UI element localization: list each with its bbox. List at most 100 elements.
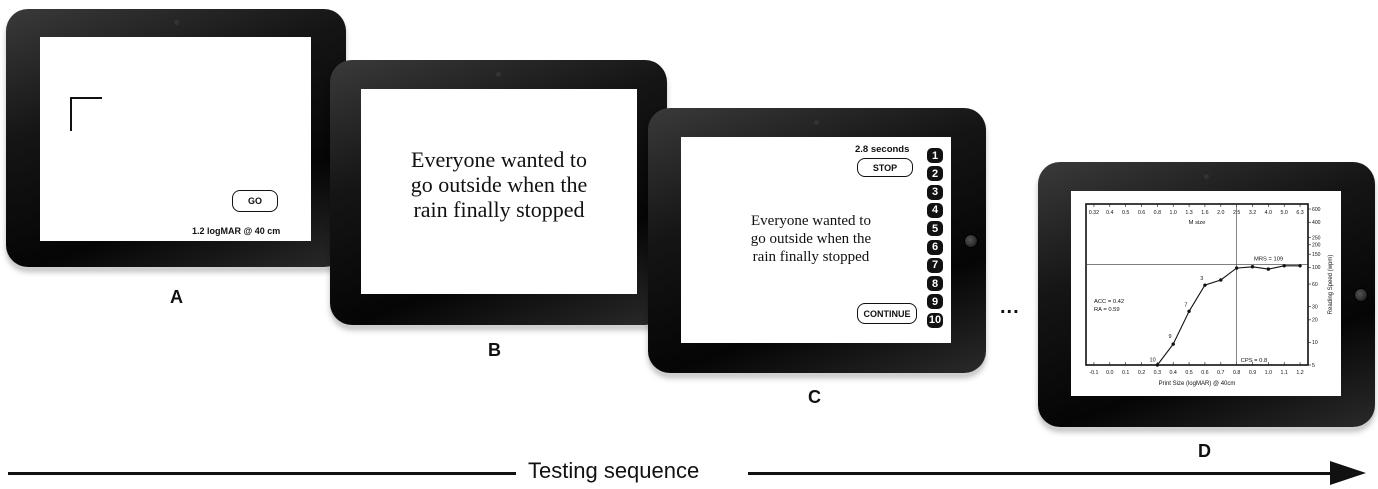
data-point <box>1203 283 1207 287</box>
tablet-a: GO 1.2 logMAR @ 40 cm <box>6 9 346 267</box>
top-tick-label: 5.0 <box>1281 210 1288 216</box>
top-tick-label: 0.5 <box>1122 210 1129 216</box>
error-number-badge[interactable]: 4 <box>927 202 943 218</box>
top-tick-label: 0.6 <box>1138 210 1145 216</box>
sentence-line: Everyone wanted to <box>751 213 871 229</box>
tablet-c: 2.8 seconds STOP Everyone wanted to go o… <box>648 108 986 373</box>
sentence-line: Everyone wanted to <box>411 147 587 172</box>
sequence-arrow-right-line <box>748 472 1334 475</box>
stop-button[interactable]: STOP <box>857 158 913 177</box>
point-label: 3 <box>1200 276 1203 282</box>
continue-button[interactable]: CONTINUE <box>857 303 917 324</box>
top-tick-label: 1.0 <box>1170 210 1177 216</box>
ellipsis-text: ... <box>1000 296 1020 318</box>
corner-marker-icon <box>70 97 102 131</box>
acuity-text: 1.2 logMAR @ 40 cm <box>192 226 281 236</box>
x-tick-label: 0.1 <box>1122 370 1129 376</box>
reading-speed-chart: -0.1 0.0 0.1 0.2 0.3 0.4 0.5 0.6 0.7 0.8 0.9 1.0 1.1… <box>1085 203 1334 387</box>
plot-frame <box>1085 203 1309 366</box>
x-tick-label: 1.1 <box>1281 370 1288 376</box>
camera-icon <box>496 72 501 77</box>
tablet-b-screen: Everyone wanted to go outside when the r… <box>361 89 637 294</box>
error-number-badge[interactable]: 10 <box>927 312 943 328</box>
error-number-badge[interactable]: 2 <box>927 166 943 182</box>
y-tick-label: 400 <box>1312 220 1321 226</box>
sentence-line: rain finally stopped <box>752 249 870 265</box>
mrs-annotation: MRS = 109 <box>1254 257 1283 263</box>
data-point <box>1266 267 1271 271</box>
home-button-icon <box>964 234 978 248</box>
point-label: 10 <box>1150 357 1156 363</box>
y-tick-label: 10 <box>1312 340 1318 346</box>
y-axis-label: Reading Speed (wpm) <box>1328 255 1334 315</box>
tablet-b: Everyone wanted to go outside when the r… <box>330 60 667 325</box>
error-number-badge[interactable]: 6 <box>927 239 943 255</box>
error-number-badge[interactable]: 1 <box>927 148 943 163</box>
data-point <box>1282 264 1286 268</box>
y-tick-label: 200 <box>1312 243 1321 249</box>
top-tick-label: 1.6 <box>1201 210 1208 216</box>
data-point <box>1298 264 1302 268</box>
point-label: 9 <box>1169 334 1172 340</box>
top-tick-label: 2.0 <box>1217 210 1224 216</box>
sequence-arrow-left-line <box>8 472 516 475</box>
camera-icon <box>174 20 179 25</box>
y-tick-label: 150 <box>1312 252 1321 258</box>
y-tick-label: 100 <box>1312 265 1321 271</box>
ra-annotation: RA = 0.59 <box>1094 307 1120 313</box>
data-point <box>1187 309 1191 313</box>
top-tick-label: 6.3 <box>1296 210 1303 216</box>
x-tick-label: 1.0 <box>1265 370 1272 376</box>
home-button-icon <box>1354 288 1368 302</box>
sentence-text: Everyone wanted to go outside when the r… <box>721 212 901 266</box>
sentence-text: Everyone wanted to go outside when the r… <box>361 147 637 222</box>
arrow-head-icon <box>1330 461 1366 485</box>
x-tick-label: 0.7 <box>1217 370 1224 376</box>
timer-text: 2.8 seconds <box>855 144 910 155</box>
data-point <box>1155 363 1160 367</box>
tablet-d: -0.1 0.0 0.1 0.2 0.3 0.4 0.5 0.6 0.7 0.8 0.9 1.0 1.1… <box>1038 162 1375 427</box>
x-tick-label: 0.0 <box>1106 370 1113 376</box>
error-number-badge[interactable]: 7 <box>927 257 943 273</box>
x-tick-label: -0.1 <box>1089 370 1098 376</box>
cps-annotation: CPS = 0.8 <box>1241 358 1268 364</box>
x-axis-label: Print Size (logMAR) @ 40cm <box>1159 381 1236 387</box>
x-tick-label: 0.3 <box>1154 370 1161 376</box>
y-tick-label: 5 <box>1312 363 1315 369</box>
point-label: 7 <box>1184 303 1187 309</box>
x-tick-label: 0.6 <box>1201 370 1208 376</box>
y-tick-label: 250 <box>1312 235 1321 241</box>
top-tick-label: 0.8 <box>1154 210 1161 216</box>
y-tick-label: 30 <box>1312 304 1318 310</box>
panel-label-a: A <box>170 287 183 307</box>
data-point <box>1250 265 1255 269</box>
error-number-badge[interactable]: 3 <box>927 184 943 200</box>
data-point <box>1219 278 1223 282</box>
y-tick-label: 60 <box>1312 282 1318 288</box>
top-tick-label: 0.4 <box>1106 210 1113 216</box>
x-tick-label: 0.9 <box>1249 370 1256 376</box>
panel-label-c: C <box>808 387 821 407</box>
error-number-badge[interactable]: 9 <box>927 294 943 310</box>
x-tick-label: 1.2 <box>1296 370 1303 376</box>
data-point <box>1234 266 1239 270</box>
reading-speed-series-line <box>1156 265 1301 366</box>
top-axis-label: M size <box>1189 220 1206 226</box>
y-tick-label: 20 <box>1312 318 1318 324</box>
y-tick-label: 600 <box>1312 207 1321 213</box>
data-point <box>1171 342 1175 346</box>
tablet-d-screen: -0.1 0.0 0.1 0.2 0.3 0.4 0.5 0.6 0.7 0.8 0.9 1.0 1.1… <box>1071 191 1341 396</box>
go-button[interactable]: GO <box>232 190 278 212</box>
sequence-label: Testing sequence <box>528 458 700 483</box>
camera-icon <box>1204 174 1209 179</box>
panel-label-d: D <box>1198 441 1211 461</box>
error-number-badge[interactable]: 5 <box>927 221 943 237</box>
error-number-badge[interactable]: 8 <box>927 276 943 292</box>
x-tick-label: 0.4 <box>1170 370 1177 376</box>
sentence-line: go outside when the <box>410 172 588 197</box>
sentence-line: go outside when the <box>750 231 872 247</box>
tablet-a-screen: GO 1.2 logMAR @ 40 cm <box>40 37 311 241</box>
camera-icon <box>814 120 819 125</box>
x-tick-label: 0.5 <box>1185 370 1192 376</box>
x-tick-label: 0.8 <box>1233 370 1240 376</box>
